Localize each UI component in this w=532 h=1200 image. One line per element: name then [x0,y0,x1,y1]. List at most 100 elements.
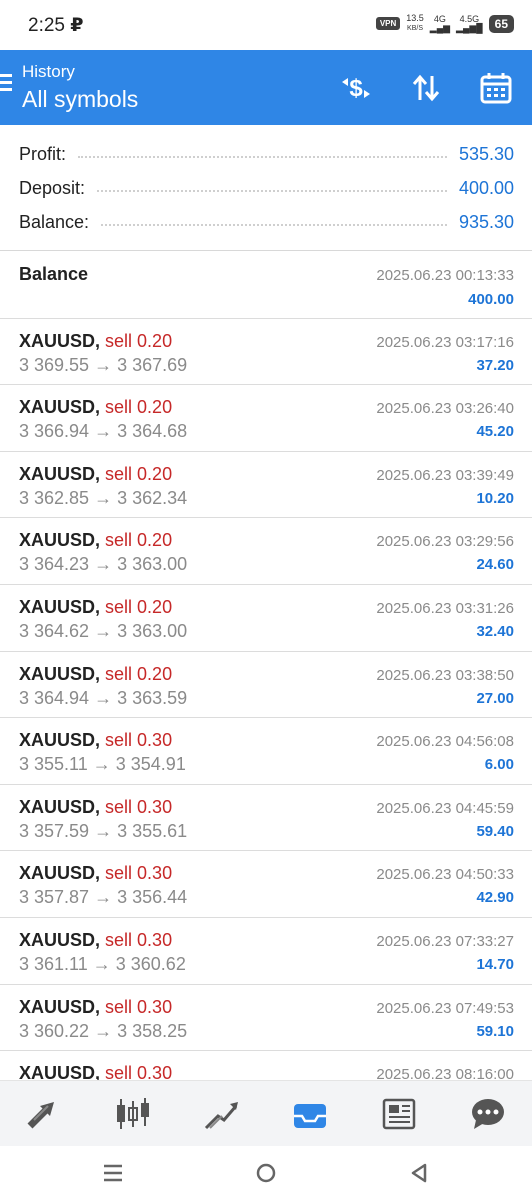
arrow-icon: → [94,354,113,375]
balance-row[interactable]: Balance 2025.06.23 00:13:33 400.00 [0,252,532,319]
dot-leader [78,156,447,158]
deal-side: sell 0.20 [105,530,173,551]
arrow-icon: → [94,820,113,841]
deal-title: XAUUSD, sell 0.30 [19,863,172,884]
deal-title: XAUUSD, sell 0.20 [19,530,172,551]
close-price: 3 354.91 [115,754,186,775]
quotes-icon[interactable] [18,1089,70,1139]
deal-profit: 59.10 [476,1022,514,1040]
deal-side: sell 0.30 [105,730,173,751]
open-price: 3 366.94 [19,421,90,442]
open-price: 3 357.59 [19,820,90,841]
open-price: 3 369.55 [19,354,90,375]
deal-symbol: XAUUSD, [19,463,101,484]
deal-row[interactable]: XAUUSD, sell 0.20 3 362.85 → 3 362.34 2025… [0,452,532,519]
net-speed: 13.5 KB/S [406,14,424,33]
deal-time: 2025.06.23 03:26:40 [376,400,514,418]
deal-prices: 3 360.22 → 3 358.25 [19,1021,187,1042]
close-price: 3 367.69 [117,354,188,375]
status-time: 2:25 ₽ [28,14,84,37]
deal-row[interactable]: XAUUSD, sell 0.30 2025.06.23 08:16:00 [0,1051,532,1080]
deal-profit: 6.00 [484,756,514,774]
arrow-icon: → [92,953,111,974]
arrow-icon: → [94,421,113,442]
deal-symbol: XAUUSD, [19,929,101,950]
deal-row[interactable]: XAUUSD, sell 0.20 3 369.55 → 3 367.69 2025… [0,319,532,386]
deal-title: XAUUSD, sell 0.30 [19,1063,172,1080]
deal-prices: 3 357.59 → 3 355.61 [19,821,187,842]
recent-apps-icon[interactable] [98,1160,128,1186]
deal-symbol: XAUUSD, [19,530,101,551]
currency-exchange-icon[interactable]: $ [336,68,376,108]
header-title[interactable]: All symbols [22,86,138,113]
summary-profit: Profit: 535.30 [19,139,514,169]
profit-value: 535.30 [458,143,514,164]
trade-icon[interactable] [196,1089,248,1139]
deal-row[interactable]: XAUUSD, sell 0.30 3 355.11 → 3 354.91 2025… [0,718,532,785]
calendar-icon[interactable] [476,68,516,108]
deal-side: sell 0.30 [105,1063,173,1080]
deal-row[interactable]: XAUUSD, sell 0.20 3 364.94 → 3 363.59 2025… [0,652,532,719]
news-icon[interactable] [373,1089,425,1139]
chart-icon[interactable] [107,1089,159,1139]
deal-title: XAUUSD, sell 0.20 [19,331,172,352]
vpn-icon: VPN [375,17,401,30]
deal-title: XAUUSD, sell 0.20 [19,664,172,685]
deal-title: XAUUSD, sell 0.20 [19,464,172,485]
open-price: 3 355.11 [19,754,88,775]
status-bar: 2:25 ₽ VPN 13.5 KB/S 4G ▂▄▆ 4.5G ▂▄▆█ 65 [0,0,532,50]
deal-prices: 3 364.23 → 3 363.00 [19,554,187,575]
deal-row[interactable]: XAUUSD, sell 0.20 3 366.94 → 3 364.68 2025… [0,385,532,452]
deal-time: 2025.06.23 00:13:33 [376,267,514,284]
app-header: History All symbols $ [0,50,532,125]
sort-icon[interactable] [406,68,446,108]
deal-side: sell 0.30 [105,796,173,817]
deal-symbol: XAUUSD, [19,330,101,351]
deal-side: sell 0.20 [105,463,173,484]
deal-row[interactable]: XAUUSD, sell 0.20 3 364.62 → 3 363.00 2025… [0,585,532,652]
close-price: 3 360.62 [115,953,186,974]
deal-time: 2025.06.23 03:38:50 [376,666,514,684]
deal-prices: 3 364.62 → 3 363.00 [19,621,187,642]
deal-row[interactable]: XAUUSD, sell 0.30 3 361.11 → 3 360.62 2025… [0,918,532,985]
deal-side: sell 0.20 [105,663,173,684]
open-price: 3 362.85 [19,487,90,508]
deal-title: XAUUSD, sell 0.30 [19,930,172,951]
deal-symbol: XAUUSD, [19,730,101,751]
deal-row[interactable]: XAUUSD, sell 0.30 3 357.59 → 3 355.61 2025… [0,785,532,852]
svg-text:$: $ [349,75,363,102]
history-icon[interactable] [284,1089,336,1139]
deal-title: XAUUSD, sell 0.30 [19,730,172,751]
back-icon[interactable] [404,1160,434,1186]
close-price: 3 362.34 [117,487,188,508]
deal-row[interactable]: XAUUSD, sell 0.30 3 357.87 → 3 356.44 2025… [0,851,532,918]
deal-side: sell 0.30 [105,929,173,950]
deal-row[interactable]: XAUUSD, sell 0.20 3 364.23 → 3 363.00 2025… [0,518,532,585]
deal-time: 2025.06.23 04:45:59 [376,799,514,817]
deal-title: XAUUSD, sell 0.30 [19,997,172,1018]
bottom-nav [0,1080,532,1146]
open-price: 3 361.11 [19,953,88,974]
close-price: 3 364.68 [117,421,188,442]
chat-icon[interactable] [462,1089,514,1139]
signal-45g-icon: 4.5G ▂▄▆█ [456,13,483,33]
deal-time: 2025.06.23 08:16:00 [376,1066,514,1080]
deal-row[interactable]: XAUUSD, sell 0.30 3 360.22 → 3 358.25 2025… [0,985,532,1052]
deal-title: XAUUSD, sell 0.30 [19,797,172,818]
close-price: 3 356.44 [117,887,188,908]
net2-label: 4.5G [459,13,480,24]
arrow-icon: → [94,487,113,508]
open-price: 3 357.87 [19,887,90,908]
dot-leader [97,190,447,192]
deal-side: sell 0.30 [105,996,173,1017]
deal-side: sell 0.20 [105,330,173,351]
menu-icon[interactable] [0,74,14,94]
carrier-glyph: ₽ [70,15,84,36]
clock-text: 2:25 [28,15,65,36]
home-icon[interactable] [251,1160,281,1186]
history-list[interactable]: Balance 2025.06.23 00:13:33 400.00 XAUUS… [0,252,532,1080]
deal-prices: 3 369.55 → 3 367.69 [19,355,187,376]
deal-profit: 14.70 [476,955,514,973]
close-price: 3 363.59 [117,687,188,708]
arrow-icon: → [94,887,113,908]
